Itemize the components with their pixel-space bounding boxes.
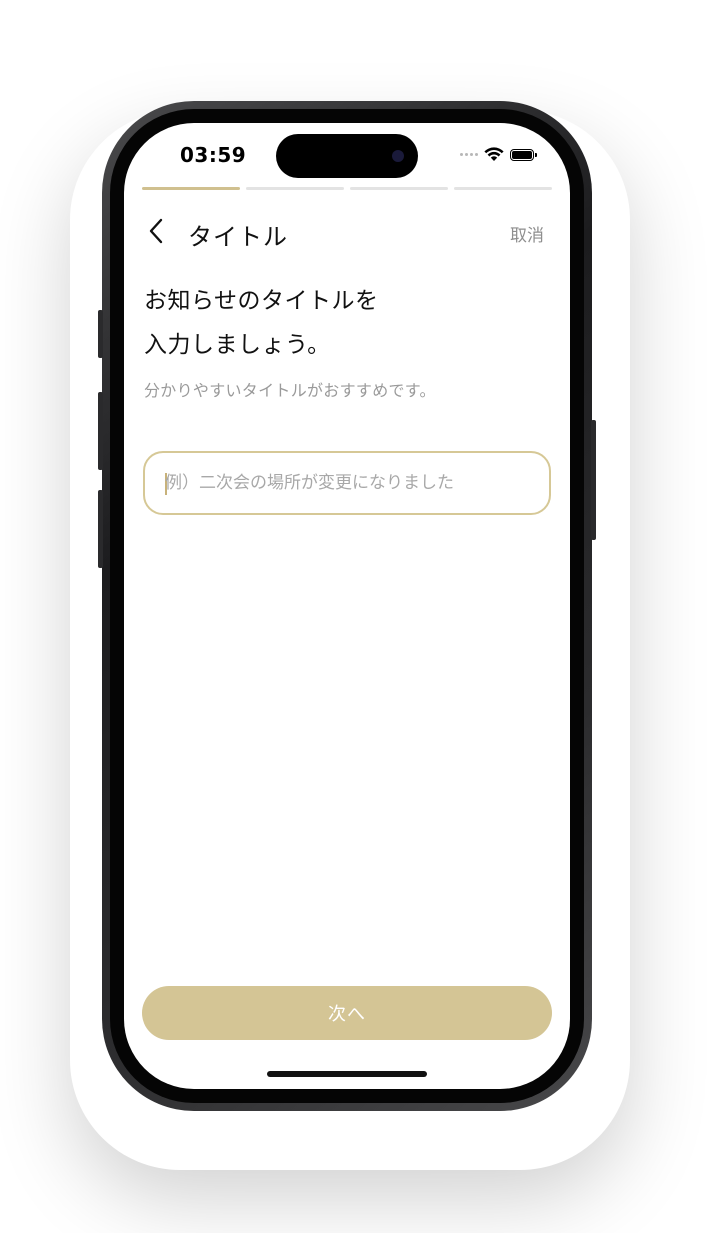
headline: お知らせのタイトルを 入力しましょう。 — [144, 279, 379, 367]
helper-text: 分かりやすいタイトルがおすすめです。 — [144, 381, 436, 400]
wifi-icon — [484, 147, 504, 161]
progress-step-3 — [350, 187, 448, 190]
page-title: タイトル — [188, 223, 288, 251]
status-icons — [460, 147, 537, 162]
power-button — [591, 420, 596, 540]
cancel-button[interactable]: 取消 — [510, 221, 544, 246]
camera-icon — [392, 150, 404, 162]
step-progress — [142, 187, 552, 190]
volume-up-button — [98, 392, 103, 470]
next-button[interactable]: 次へ — [142, 986, 552, 1040]
stage: 03:59 タイトル 取消 お知らせのタイトルを 入力しましょう。 分かりやすい… — [0, 0, 714, 1233]
home-indicator — [267, 1071, 427, 1077]
nav-bar: タイトル 取消 — [124, 211, 570, 251]
title-input-container[interactable] — [143, 451, 551, 515]
screen: 03:59 タイトル 取消 お知らせのタイトルを 入力しましょう。 分かりやすい… — [124, 123, 570, 1089]
volume-down-button — [98, 490, 103, 568]
status-time: 03:59 — [180, 143, 247, 167]
mute-switch — [98, 310, 103, 358]
title-input[interactable] — [165, 453, 531, 513]
headline-line-2: 入力しましょう。 — [144, 332, 331, 358]
back-button[interactable] — [142, 215, 170, 247]
status-bar: 03:59 — [124, 123, 570, 183]
dynamic-island — [276, 134, 418, 178]
chevron-left-icon — [149, 218, 163, 244]
battery-icon — [510, 148, 537, 161]
progress-step-2 — [246, 187, 344, 190]
progress-step-4 — [454, 187, 552, 190]
headline-line-1: お知らせのタイトルを — [144, 288, 379, 314]
cellular-signal-icon — [460, 153, 478, 156]
progress-step-1 — [142, 187, 240, 190]
